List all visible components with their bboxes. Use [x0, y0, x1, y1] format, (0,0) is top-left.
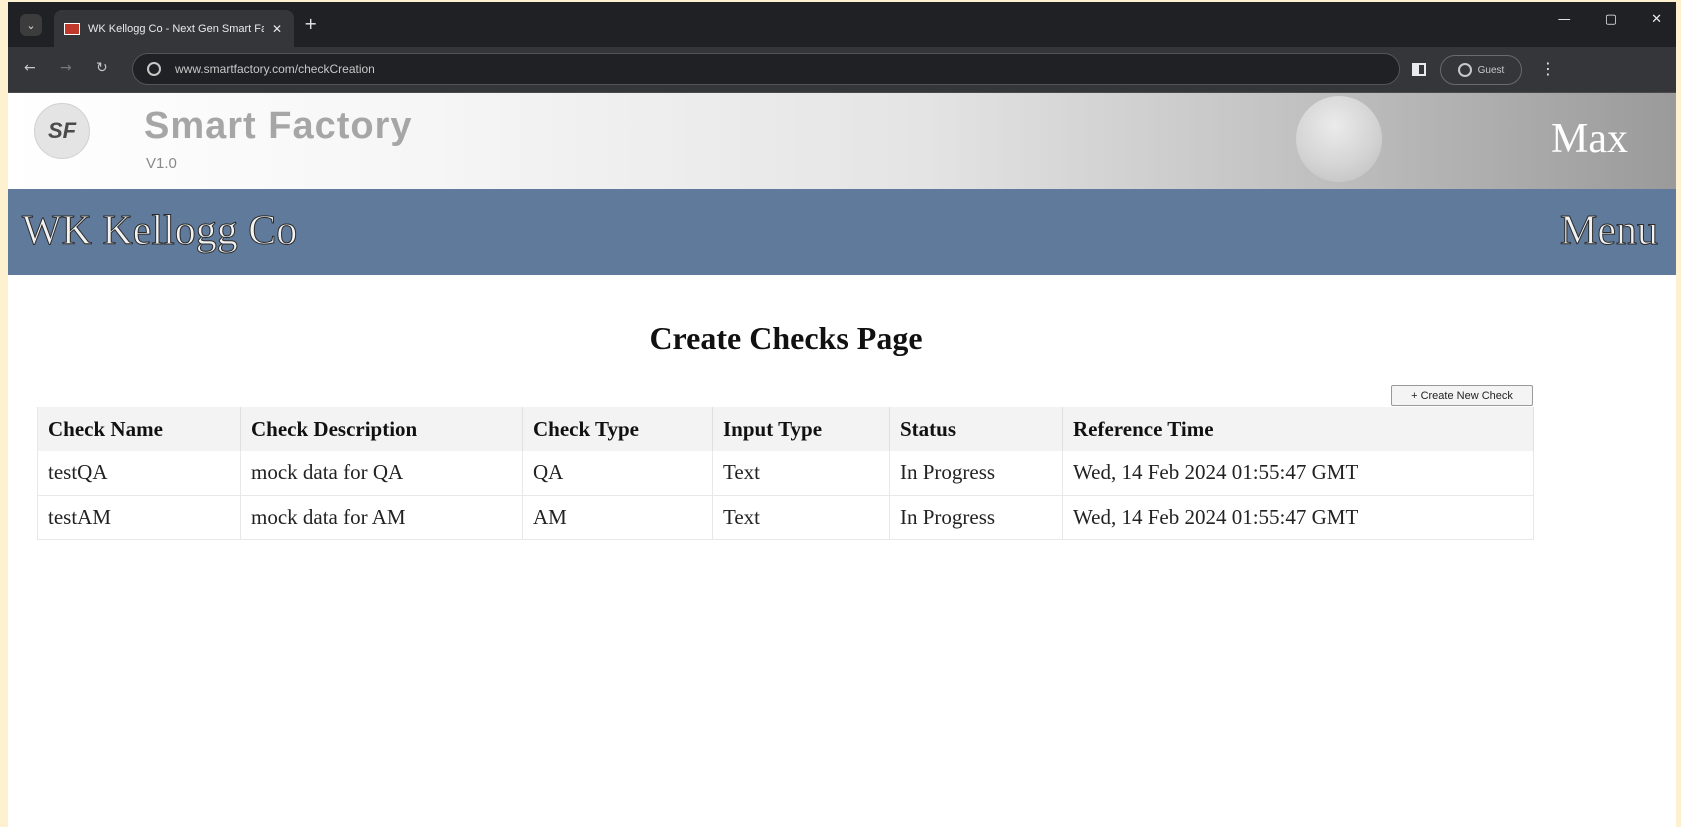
column-header: Input Type — [712, 407, 890, 451]
app-name: Smart Factory — [144, 105, 413, 147]
minimize-button[interactable]: — — [1558, 12, 1571, 27]
table-cell: Text — [712, 495, 890, 540]
profile-button[interactable]: Guest — [1440, 55, 1522, 85]
table-cell: QA — [522, 451, 713, 496]
back-arrow-icon[interactable]: ← — [24, 60, 36, 76]
page-title: Create Checks Page — [649, 320, 923, 356]
table-cell: In Progress — [889, 495, 1063, 540]
favicon-icon — [64, 22, 80, 35]
company-bar: WK Kellogg Co Menu — [8, 189, 1676, 275]
table-row[interactable]: testQA mock data for QA QA Text In Progr… — [37, 451, 1534, 496]
tab-search-icon[interactable]: ⌄ — [20, 14, 42, 36]
browser-toolbar: ← → ↻ www.smartfactory.com/checkCreation… — [8, 47, 1676, 93]
site-info-icon[interactable] — [147, 62, 161, 76]
table-cell: AM — [522, 495, 713, 540]
browser-window: ⌄ WK Kellogg Co - Next Gen Smart Factory… — [8, 2, 1676, 827]
table-header-row: Check Name Check Description Check Type … — [37, 407, 1534, 451]
table-cell: mock data for AM — [240, 495, 523, 540]
close-window-button[interactable]: ✕ — [1651, 12, 1662, 27]
app-version: V1.0 — [146, 155, 177, 172]
table-cell: Text — [712, 451, 890, 496]
tab-strip: ⌄ WK Kellogg Co - Next Gen Smart Factory… — [8, 2, 1676, 47]
company-name: WK Kellogg Co — [21, 208, 298, 255]
table-row[interactable]: testAM mock data for AM AM Text In Progr… — [37, 495, 1534, 540]
tab-title: WK Kellogg Co - Next Gen Smart Factory — [88, 22, 264, 35]
column-header: Check Name — [37, 407, 241, 451]
window-controls: — ▢ ✕ — [1558, 12, 1662, 27]
column-header: Check Description — [240, 407, 523, 451]
address-bar[interactable]: www.smartfactory.com/checkCreation — [132, 53, 1400, 85]
maximize-button[interactable]: ▢ — [1605, 12, 1617, 27]
avatar[interactable] — [1296, 96, 1382, 182]
table-cell: In Progress — [889, 451, 1063, 496]
menu-button[interactable]: Menu — [1560, 207, 1659, 255]
logo: SF — [34, 103, 90, 159]
forward-arrow-icon[interactable]: → — [60, 60, 72, 76]
side-panel-icon[interactable] — [1412, 63, 1426, 76]
more-menu-icon[interactable]: ⋮ — [1540, 59, 1556, 78]
profile-label: Guest — [1477, 64, 1505, 76]
table-cell: Wed, 14 Feb 2024 01:55:47 GMT — [1062, 451, 1534, 496]
app-header: SF Smart Factory V1.0 Max — [8, 93, 1676, 189]
checks-table: Check Name Check Description Check Type … — [37, 407, 1534, 540]
table-cell: testAM — [37, 495, 241, 540]
column-header: Status — [889, 407, 1063, 451]
table-cell: mock data for QA — [240, 451, 523, 496]
url-text: www.smartfactory.com/checkCreation — [175, 62, 375, 76]
table-cell: Wed, 14 Feb 2024 01:55:47 GMT — [1062, 495, 1534, 540]
user-name[interactable]: Max — [1551, 115, 1628, 163]
browser-tab[interactable]: WK Kellogg Co - Next Gen Smart Factory ✕ — [54, 10, 294, 47]
reload-icon[interactable]: ↻ — [96, 60, 108, 76]
new-tab-button[interactable]: + — [304, 14, 317, 33]
create-new-check-button[interactable]: + Create New Check — [1391, 385, 1533, 406]
tab-close-icon[interactable]: ✕ — [272, 22, 282, 36]
column-header: Check Type — [522, 407, 713, 451]
table-cell: testQA — [37, 451, 241, 496]
column-header: Reference Time — [1062, 407, 1534, 451]
profile-icon — [1457, 63, 1472, 77]
